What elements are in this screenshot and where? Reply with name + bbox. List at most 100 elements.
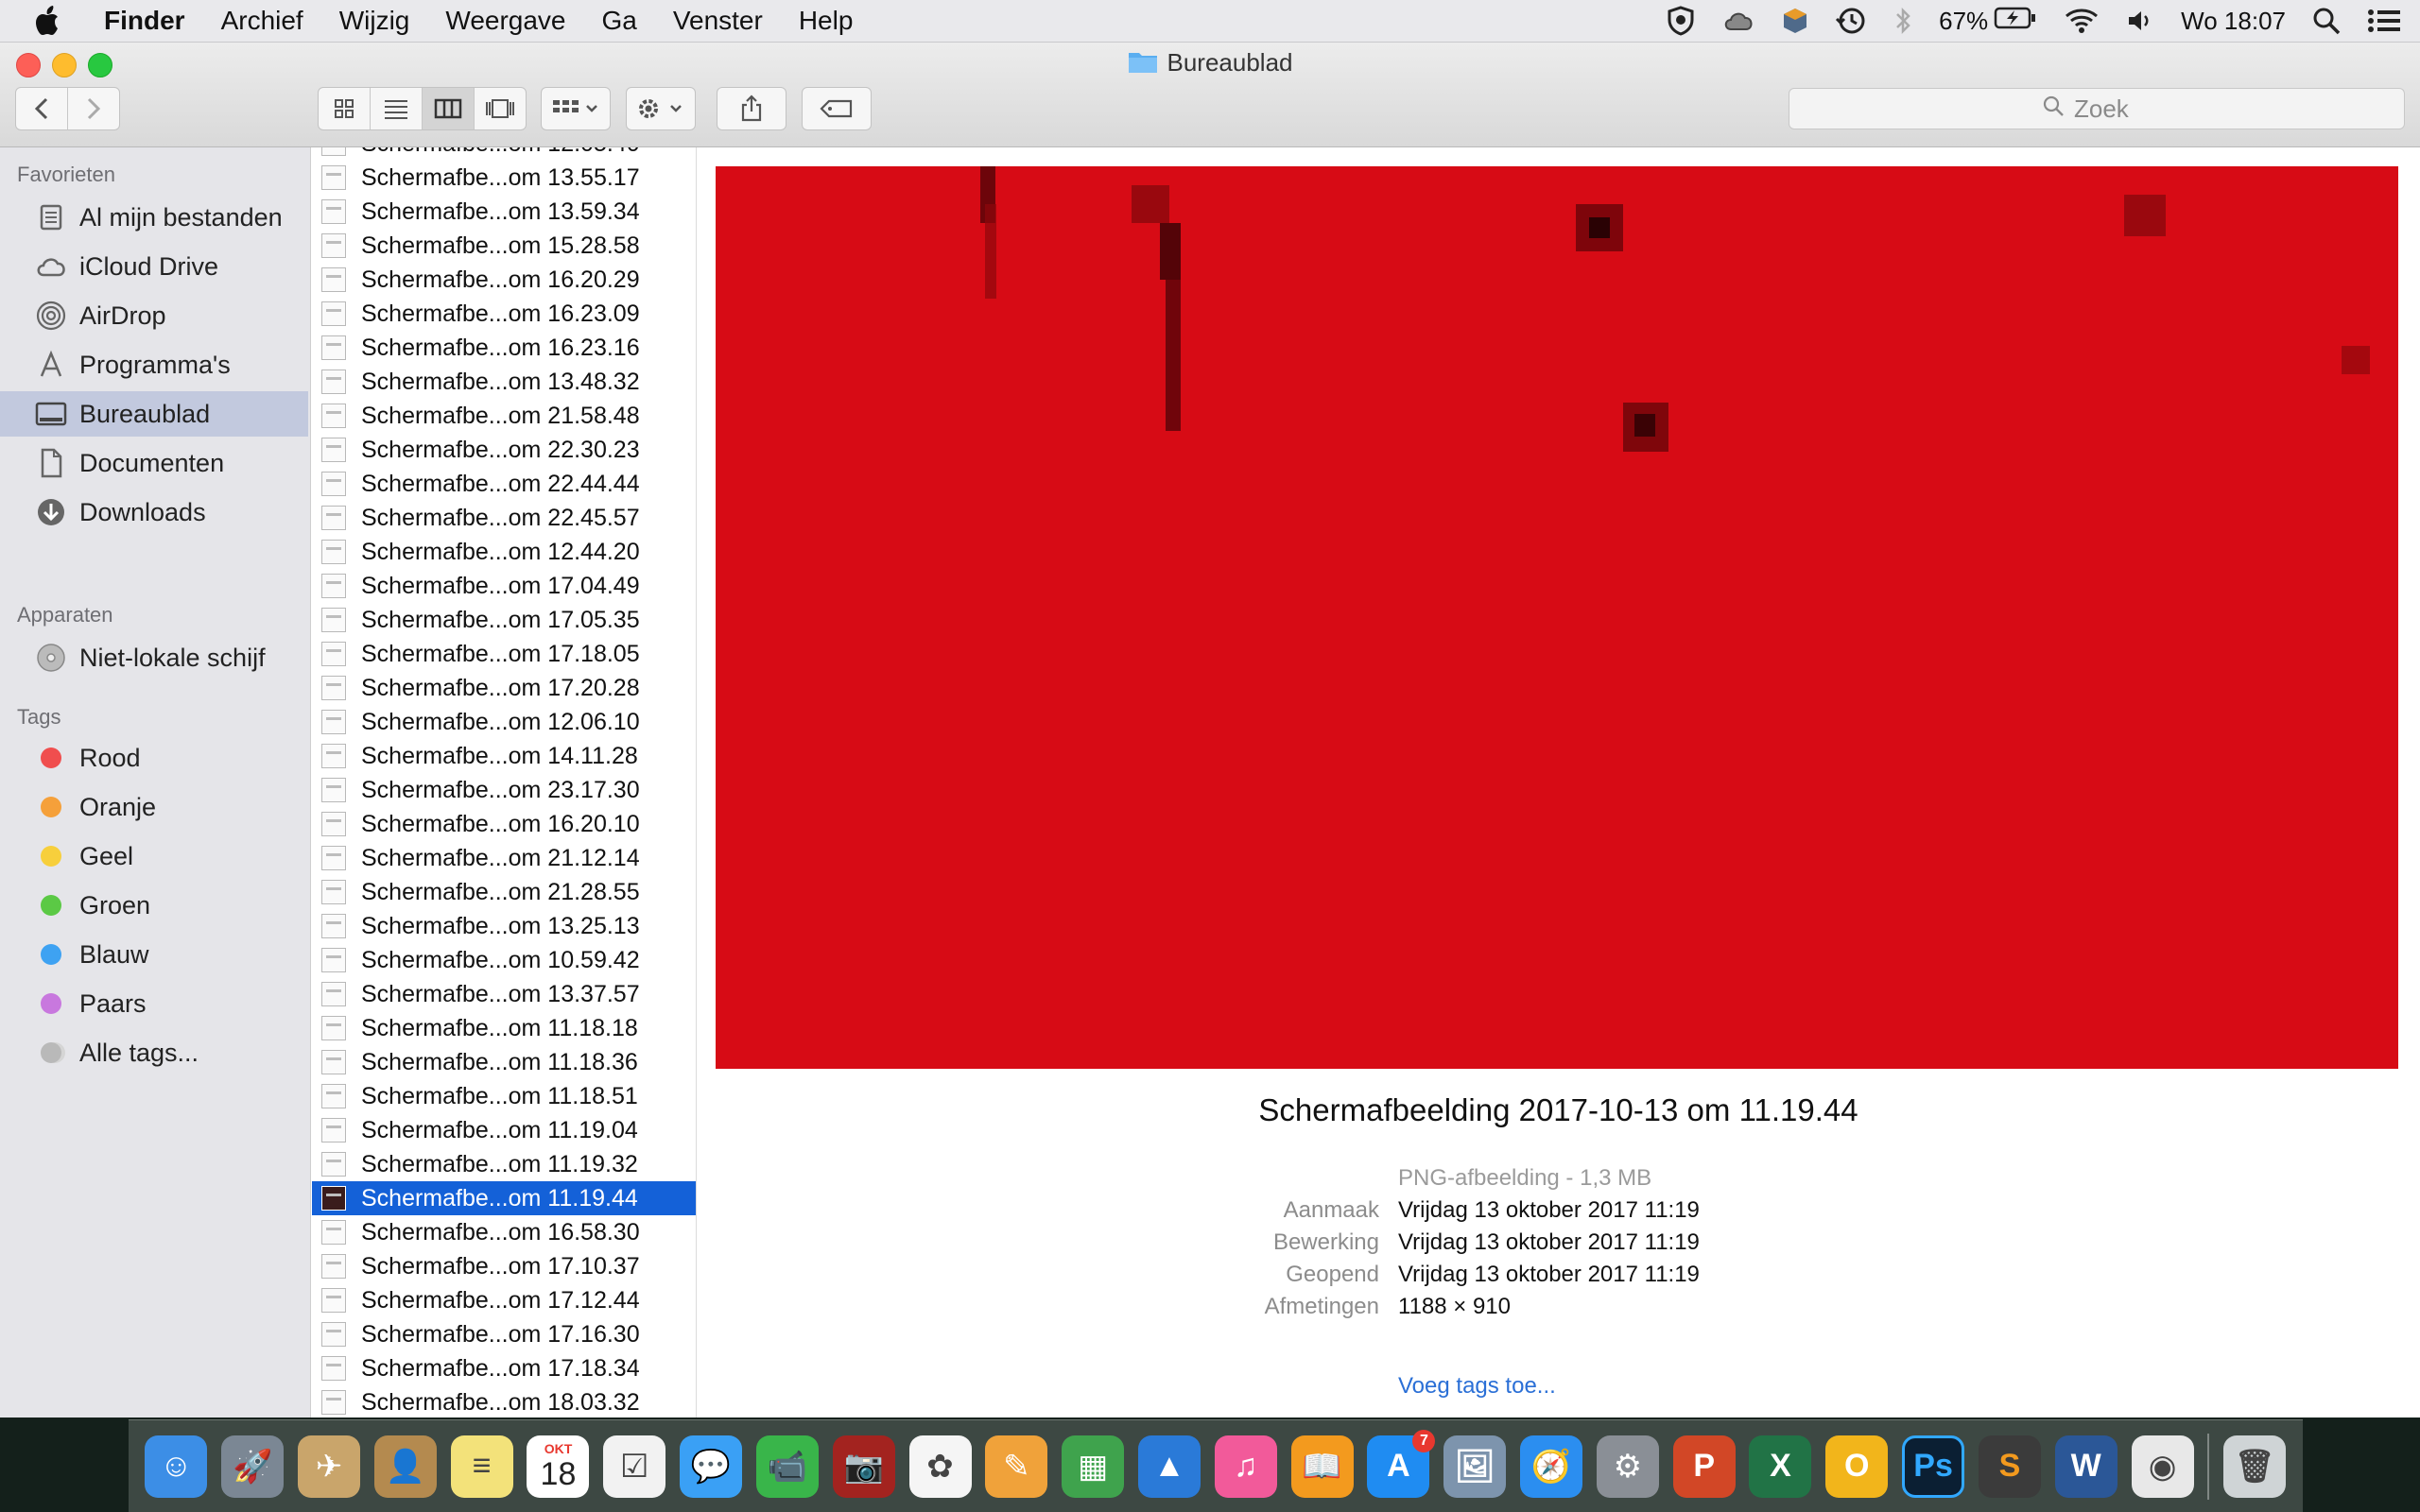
- dock-notes-icon[interactable]: ≡: [450, 1435, 513, 1498]
- menu-finder[interactable]: Finder: [104, 6, 185, 36]
- dock-messages-icon[interactable]: 💬: [680, 1435, 743, 1498]
- menu-venster[interactable]: Venster: [673, 6, 763, 36]
- apple-icon[interactable]: [36, 6, 85, 36]
- dock-keynote-icon[interactable]: ▲: [1137, 1435, 1201, 1498]
- dock-photoshop-icon[interactable]: Ps: [1902, 1435, 1965, 1498]
- file-row[interactable]: Schermafbe...om 13.59.34: [312, 195, 696, 229]
- menu-help[interactable]: Help: [799, 6, 854, 36]
- dock-outlook-icon[interactable]: O: [1825, 1435, 1889, 1498]
- file-row[interactable]: Schermafbe...om 13.55.17: [312, 161, 696, 195]
- sidebar-tag-blue[interactable]: Blauw: [0, 932, 308, 977]
- file-row[interactable]: Schermafbe...om 16.20.29: [312, 263, 696, 297]
- edit-tags-button[interactable]: [802, 87, 872, 130]
- back-button[interactable]: [16, 88, 68, 129]
- sidebar-tag-red[interactable]: Rood: [0, 735, 308, 781]
- file-row[interactable]: Schermafbe...om 12.05.40: [312, 147, 696, 161]
- dock-launchpad-icon[interactable]: 🚀: [221, 1435, 285, 1498]
- file-row[interactable]: Schermafbe...om 21.28.55: [312, 875, 696, 909]
- sidebar-item-downloads[interactable]: Downloads: [0, 490, 308, 535]
- menu-wijzig[interactable]: Wijzig: [339, 6, 410, 36]
- sidebar-tag-purple[interactable]: Paars: [0, 981, 308, 1026]
- file-row[interactable]: Schermafbe...om 17.20.28: [312, 671, 696, 705]
- file-row[interactable]: Schermafbe...om 21.12.14: [312, 841, 696, 875]
- file-row[interactable]: Schermafbe...om 21.58.48: [312, 399, 696, 433]
- dock-excel-icon[interactable]: X: [1749, 1435, 1812, 1498]
- sidebar-tag-yellow[interactable]: Geel: [0, 833, 308, 879]
- dock-pages-icon[interactable]: ✎: [985, 1435, 1048, 1498]
- file-row[interactable]: Schermafbe...om 11.18.18: [312, 1011, 696, 1045]
- file-row[interactable]: Schermafbe...om 17.16.30: [312, 1317, 696, 1351]
- file-row[interactable]: Schermafbe...om 16.23.16: [312, 331, 696, 365]
- search-input[interactable]: [2072, 93, 2152, 125]
- sidebar-item-icloud-drive[interactable]: iCloud Drive: [0, 244, 308, 289]
- dock-photobooth-icon[interactable]: 📷: [832, 1435, 895, 1498]
- dock-sublime-icon[interactable]: S: [1978, 1435, 2041, 1498]
- file-row[interactable]: Schermafbe...om 14.11.28: [312, 739, 696, 773]
- file-row[interactable]: Schermafbe...om 17.04.49: [312, 569, 696, 603]
- dock-facetime-icon[interactable]: 📹: [755, 1435, 819, 1498]
- dock-finder-icon[interactable]: ☺: [145, 1435, 208, 1498]
- file-row[interactable]: Schermafbe...om 15.28.58: [312, 229, 696, 263]
- file-row[interactable]: Schermafbe...om 18.03.32: [312, 1385, 696, 1418]
- sidebar-item-remote-disc[interactable]: Niet-lokale schijf: [0, 635, 308, 680]
- file-row-selected[interactable]: Schermafbe...om 11.19.44: [312, 1181, 696, 1215]
- dock-system-preferences-icon[interactable]: ⚙: [1596, 1435, 1659, 1498]
- file-row[interactable]: Schermafbe...om 12.06.10: [312, 705, 696, 739]
- file-row[interactable]: Schermafbe...om 13.37.57: [312, 977, 696, 1011]
- extension-cube-icon[interactable]: [1782, 7, 1808, 35]
- sidebar-tag-orange[interactable]: Oranje: [0, 784, 308, 830]
- sidebar-item-documents[interactable]: Documenten: [0, 440, 308, 486]
- file-row[interactable]: Schermafbe...om 11.19.32: [312, 1147, 696, 1181]
- action-gear-button[interactable]: [626, 87, 696, 130]
- search-field[interactable]: [1789, 88, 2405, 129]
- column-view-button[interactable]: [423, 88, 475, 129]
- preview-image[interactable]: [716, 166, 2398, 1069]
- clock[interactable]: Wo 18:07: [2181, 7, 2286, 36]
- dock-chrome-icon[interactable]: ◉: [2131, 1435, 2194, 1498]
- dock-itunes-icon[interactable]: ♫: [1214, 1435, 1277, 1498]
- gallery-view-button[interactable]: [475, 88, 526, 129]
- sidebar-item-desktop[interactable]: Bureaublad: [0, 391, 308, 437]
- file-row[interactable]: Schermafbe...om 17.18.34: [312, 1351, 696, 1385]
- dock-appstore-icon[interactable]: A7: [1367, 1429, 1436, 1498]
- forward-button[interactable]: [68, 88, 119, 129]
- file-row[interactable]: Schermafbe...om 13.48.32: [312, 365, 696, 399]
- menu-archief[interactable]: Archief: [221, 6, 303, 36]
- file-row[interactable]: Schermafbe...om 17.10.37: [312, 1249, 696, 1283]
- dock-numbers-icon[interactable]: ▦: [1062, 1435, 1125, 1498]
- file-row[interactable]: Schermafbe...om 22.30.23: [312, 433, 696, 467]
- dock-reminders-icon[interactable]: ☑: [603, 1435, 666, 1498]
- dock-ibooks-icon[interactable]: 📖: [1290, 1435, 1354, 1498]
- dock-photos-icon[interactable]: ✿: [908, 1435, 972, 1498]
- dock-word-icon[interactable]: W: [2054, 1435, 2118, 1498]
- shield-icon[interactable]: [1667, 6, 1695, 36]
- file-row[interactable]: Schermafbe...om 13.25.13: [312, 909, 696, 943]
- icon-view-button[interactable]: [319, 88, 371, 129]
- file-row[interactable]: Schermafbe...om 17.05.35: [312, 603, 696, 637]
- sidebar-item-airdrop[interactable]: AirDrop: [0, 293, 308, 338]
- dock-trash-icon[interactable]: 🗑: [2223, 1435, 2287, 1498]
- bluetooth-icon[interactable]: [1893, 7, 1912, 35]
- dock-preview-icon[interactable]: 🖼: [1443, 1435, 1507, 1498]
- dock-calendar-icon[interactable]: OKT 18: [527, 1435, 590, 1498]
- menu-weergave[interactable]: Weergave: [445, 6, 565, 36]
- wifi-icon[interactable]: [2064, 7, 2100, 35]
- file-row[interactable]: Schermafbe...om 11.19.04: [312, 1113, 696, 1147]
- file-row[interactable]: Schermafbe...om 22.45.57: [312, 501, 696, 535]
- dock-powerpoint-icon[interactable]: P: [1672, 1435, 1736, 1498]
- file-row[interactable]: Schermafbe...om 16.58.30: [312, 1215, 696, 1249]
- sidebar-all-tags[interactable]: Alle tags...: [0, 1030, 308, 1075]
- battery-indicator[interactable]: 67%: [1939, 6, 2037, 37]
- volume-icon[interactable]: [2126, 8, 2154, 34]
- spotlight-search-icon[interactable]: [2312, 7, 2341, 35]
- list-view-button[interactable]: [371, 88, 423, 129]
- group-by-button[interactable]: [541, 87, 611, 130]
- file-row[interactable]: Schermafbe...om 11.18.51: [312, 1079, 696, 1113]
- file-row[interactable]: Schermafbe...om 17.12.44: [312, 1283, 696, 1317]
- add-tags-link[interactable]: Voeg tags toe...: [1398, 1373, 1556, 1400]
- file-row[interactable]: Schermafbe...om 12.44.20: [312, 535, 696, 569]
- file-row[interactable]: Schermafbe...om 10.59.42: [312, 943, 696, 977]
- dock-safari-icon[interactable]: 🧭: [1520, 1435, 1583, 1498]
- time-machine-icon[interactable]: [1835, 6, 1867, 36]
- menu-ga[interactable]: Ga: [602, 6, 637, 36]
